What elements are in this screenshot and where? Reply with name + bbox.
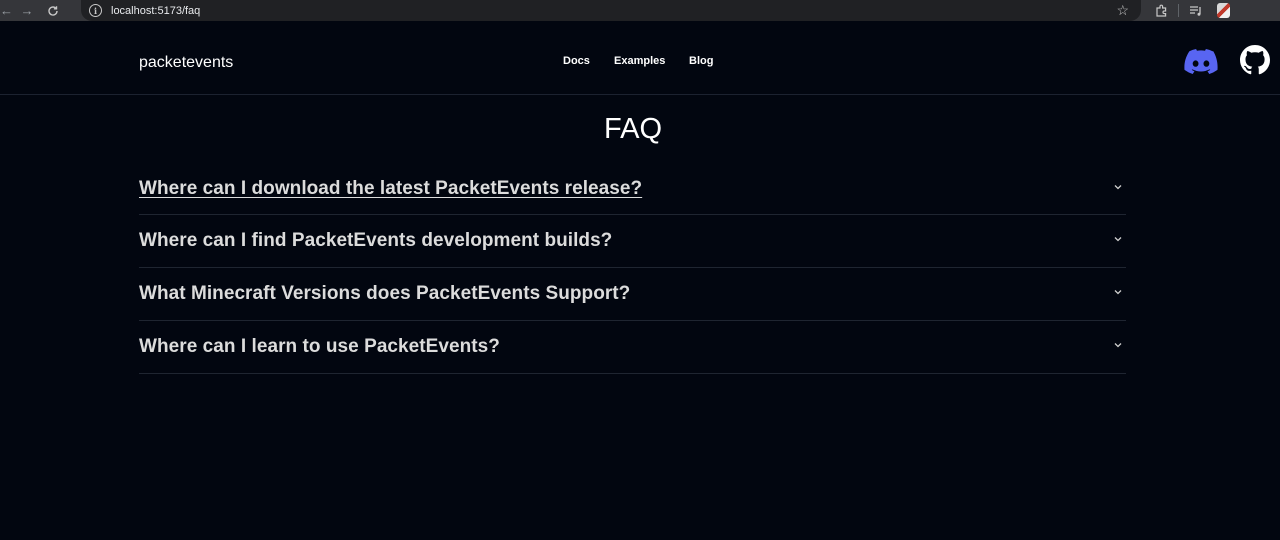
forward-icon[interactable]: → xyxy=(14,0,40,21)
back-icon[interactable]: ← xyxy=(0,0,14,21)
faq-item[interactable]: Where can I find PacketEvents developmen… xyxy=(139,215,1126,268)
discord-icon[interactable] xyxy=(1184,49,1218,75)
github-icon[interactable] xyxy=(1240,45,1270,75)
chevron-down-icon[interactable] xyxy=(1112,286,1124,298)
site-info-icon[interactable]: i xyxy=(89,4,102,17)
profile-avatar-icon[interactable] xyxy=(1217,3,1230,18)
faq-question[interactable]: Where can I download the latest PacketEv… xyxy=(139,178,642,200)
chevron-down-icon[interactable] xyxy=(1112,233,1124,245)
nav-link-examples[interactable]: Examples xyxy=(614,55,665,67)
faq-accordion: Where can I download the latest PacketEv… xyxy=(139,163,1126,374)
extensions-icon[interactable] xyxy=(1150,0,1172,21)
nav-link-docs[interactable]: Docs xyxy=(563,55,590,67)
chevron-down-icon[interactable] xyxy=(1112,181,1124,193)
browser-nav-buttons: ← → xyxy=(0,0,66,21)
site-header: packetevents Docs Examples Blog xyxy=(0,21,1280,95)
address-url[interactable]: localhost:5173/faq xyxy=(111,5,200,17)
faq-item[interactable]: Where can I download the latest PacketEv… xyxy=(139,163,1126,215)
browser-toolbar: ← → i localhost:5173/faq ☆ xyxy=(0,0,1280,21)
faq-item[interactable]: What Minecraft Versions does PacketEvent… xyxy=(139,268,1126,321)
faq-question[interactable]: Where can I find PacketEvents developmen… xyxy=(139,230,612,252)
faq-question[interactable]: Where can I learn to use PacketEvents? xyxy=(139,336,500,358)
reload-icon[interactable] xyxy=(40,0,66,21)
faq-item[interactable]: Where can I learn to use PacketEvents? xyxy=(139,321,1126,374)
chevron-down-icon[interactable] xyxy=(1112,339,1124,351)
page-title: FAQ xyxy=(603,113,662,145)
toolbar-separator xyxy=(1178,4,1179,17)
browser-right-icons xyxy=(1150,0,1230,21)
site-brand-link[interactable]: packetevents xyxy=(139,54,233,72)
faq-question[interactable]: What Minecraft Versions does PacketEvent… xyxy=(139,283,630,305)
address-bar[interactable]: i localhost:5173/faq ☆ xyxy=(81,0,1141,21)
nav-link-blog[interactable]: Blog xyxy=(689,55,713,67)
media-controls-icon[interactable] xyxy=(1185,0,1207,21)
bookmark-star-icon[interactable]: ☆ xyxy=(1116,2,1129,18)
